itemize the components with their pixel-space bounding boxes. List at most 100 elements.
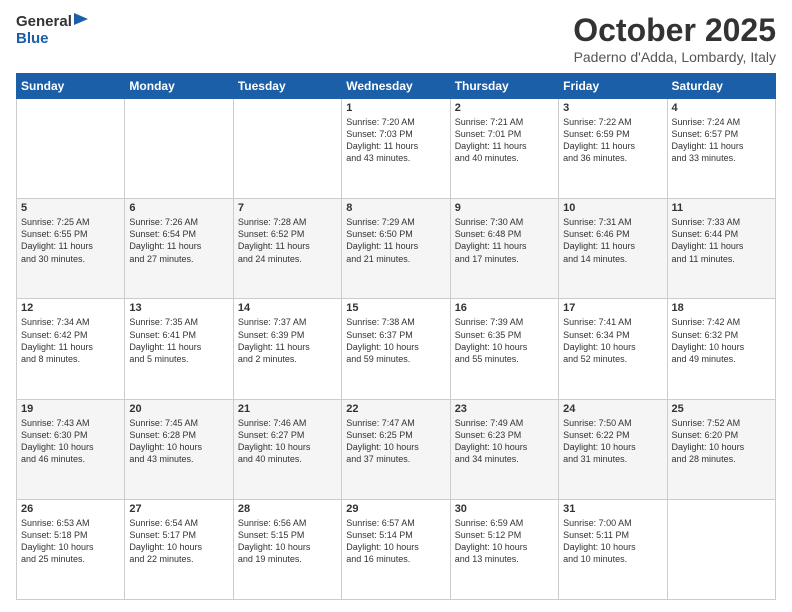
table-row: 6 Sunrise: 7:26 AM Sunset: 6:54 PM Daylig… <box>125 199 233 299</box>
day-info: Sunrise: 7:25 AM Sunset: 6:55 PM Dayligh… <box>21 216 120 265</box>
day-number: 11 <box>672 202 771 214</box>
day-info: Sunrise: 7:31 AM Sunset: 6:46 PM Dayligh… <box>563 216 662 265</box>
day-info: Sunrise: 7:46 AM Sunset: 6:27 PM Dayligh… <box>238 417 337 466</box>
table-row: 11 Sunrise: 7:33 AM Sunset: 6:44 PM Dayli… <box>667 199 775 299</box>
day-info: Sunrise: 7:42 AM Sunset: 6:32 PM Dayligh… <box>672 316 771 365</box>
logo-flag-icon <box>74 12 88 30</box>
day-info: Sunrise: 7:38 AM Sunset: 6:37 PM Dayligh… <box>346 316 445 365</box>
day-info: Sunrise: 7:30 AM Sunset: 6:48 PM Dayligh… <box>455 216 554 265</box>
location: Paderno d'Adda, Lombardy, Italy <box>573 49 776 65</box>
day-info: Sunrise: 7:47 AM Sunset: 6:25 PM Dayligh… <box>346 417 445 466</box>
day-info: Sunrise: 7:26 AM Sunset: 6:54 PM Dayligh… <box>129 216 228 265</box>
table-row: 28 Sunrise: 6:56 AM Sunset: 5:15 PM Dayli… <box>233 499 341 599</box>
header: General Blue October 2025 Paderno d'Adda… <box>16 12 776 65</box>
day-info: Sunrise: 7:29 AM Sunset: 6:50 PM Dayligh… <box>346 216 445 265</box>
table-row: 17 Sunrise: 7:41 AM Sunset: 6:34 PM Dayli… <box>559 299 667 399</box>
day-info: Sunrise: 6:53 AM Sunset: 5:18 PM Dayligh… <box>21 517 120 566</box>
day-info: Sunrise: 7:21 AM Sunset: 7:01 PM Dayligh… <box>455 116 554 165</box>
table-row <box>17 99 125 199</box>
table-row: 10Sunrise: 7:31 AM Sunset: 6:46 PM Dayli… <box>559 199 667 299</box>
table-row <box>667 499 775 599</box>
calendar-week-row: 12 Sunrise: 7:34 AM Sunset: 6:42 PM Dayli… <box>17 299 776 399</box>
day-info: Sunrise: 7:39 AM Sunset: 6:35 PM Dayligh… <box>455 316 554 365</box>
day-number: 9 <box>455 202 554 214</box>
day-number: 25 <box>672 403 771 415</box>
day-number: 1 <box>346 102 445 114</box>
table-row: 21 Sunrise: 7:46 AM Sunset: 6:27 PM Dayli… <box>233 399 341 499</box>
table-row: 30 Sunrise: 6:59 AM Sunset: 5:12 PM Dayli… <box>450 499 558 599</box>
calendar-table: Sunday Monday Tuesday Wednesday Thursday… <box>16 73 776 600</box>
day-number: 21 <box>238 403 337 415</box>
day-info: Sunrise: 7:22 AM Sunset: 6:59 PM Dayligh… <box>563 116 662 165</box>
day-info: Sunrise: 6:59 AM Sunset: 5:12 PM Dayligh… <box>455 517 554 566</box>
table-row: 1 Sunrise: 7:20 AM Sunset: 7:03 PM Daylig… <box>342 99 450 199</box>
calendar-page: General Blue October 2025 Paderno d'Adda… <box>0 0 792 612</box>
day-number: 27 <box>129 503 228 515</box>
table-row: 25 Sunrise: 7:52 AM Sunset: 6:20 PM Dayli… <box>667 399 775 499</box>
day-info: Sunrise: 7:33 AM Sunset: 6:44 PM Dayligh… <box>672 216 771 265</box>
logo-general-text: General <box>16 13 72 30</box>
table-row: 13 Sunrise: 7:35 AM Sunset: 6:41 PM Dayli… <box>125 299 233 399</box>
col-wednesday: Wednesday <box>342 74 450 99</box>
table-row: 19Sunrise: 7:43 AM Sunset: 6:30 PM Dayli… <box>17 399 125 499</box>
calendar-week-row: 1 Sunrise: 7:20 AM Sunset: 7:03 PM Daylig… <box>17 99 776 199</box>
day-number: 28 <box>238 503 337 515</box>
table-row: 15Sunrise: 7:38 AM Sunset: 6:37 PM Dayli… <box>342 299 450 399</box>
calendar-week-row: 19Sunrise: 7:43 AM Sunset: 6:30 PM Dayli… <box>17 399 776 499</box>
table-row: 12 Sunrise: 7:34 AM Sunset: 6:42 PM Dayli… <box>17 299 125 399</box>
day-info: Sunrise: 7:37 AM Sunset: 6:39 PM Dayligh… <box>238 316 337 365</box>
table-row: 7 Sunrise: 7:28 AM Sunset: 6:52 PM Daylig… <box>233 199 341 299</box>
day-info: Sunrise: 7:35 AM Sunset: 6:41 PM Dayligh… <box>129 316 228 365</box>
table-row: 3Sunrise: 7:22 AM Sunset: 6:59 PM Daylig… <box>559 99 667 199</box>
month-title: October 2025 <box>573 12 776 49</box>
table-row: 23 Sunrise: 7:49 AM Sunset: 6:23 PM Dayli… <box>450 399 558 499</box>
day-number: 30 <box>455 503 554 515</box>
table-row: 18 Sunrise: 7:42 AM Sunset: 6:32 PM Dayli… <box>667 299 775 399</box>
day-number: 31 <box>563 503 662 515</box>
table-row: 22Sunrise: 7:47 AM Sunset: 6:25 PM Dayli… <box>342 399 450 499</box>
table-row <box>233 99 341 199</box>
day-number: 5 <box>21 202 120 214</box>
day-number: 8 <box>346 202 445 214</box>
calendar-week-row: 5 Sunrise: 7:25 AM Sunset: 6:55 PM Daylig… <box>17 199 776 299</box>
day-number: 14 <box>238 302 337 314</box>
day-number: 2 <box>455 102 554 114</box>
table-row: 27 Sunrise: 6:54 AM Sunset: 5:17 PM Dayli… <box>125 499 233 599</box>
calendar-header-row: Sunday Monday Tuesday Wednesday Thursday… <box>17 74 776 99</box>
table-row: 8 Sunrise: 7:29 AM Sunset: 6:50 PM Daylig… <box>342 199 450 299</box>
day-number: 6 <box>129 202 228 214</box>
table-row: 4 Sunrise: 7:24 AM Sunset: 6:57 PM Daylig… <box>667 99 775 199</box>
day-number: 12 <box>21 302 120 314</box>
day-info: Sunrise: 7:28 AM Sunset: 6:52 PM Dayligh… <box>238 216 337 265</box>
day-number: 20 <box>129 403 228 415</box>
day-info: Sunrise: 6:54 AM Sunset: 5:17 PM Dayligh… <box>129 517 228 566</box>
col-saturday: Saturday <box>667 74 775 99</box>
table-row: 20 Sunrise: 7:45 AM Sunset: 6:28 PM Dayli… <box>125 399 233 499</box>
day-info: Sunrise: 6:57 AM Sunset: 5:14 PM Dayligh… <box>346 517 445 566</box>
day-info: Sunrise: 7:50 AM Sunset: 6:22 PM Dayligh… <box>563 417 662 466</box>
table-row: 14 Sunrise: 7:37 AM Sunset: 6:39 PM Dayli… <box>233 299 341 399</box>
day-number: 23 <box>455 403 554 415</box>
col-thursday: Thursday <box>450 74 558 99</box>
table-row: 29Sunrise: 6:57 AM Sunset: 5:14 PM Dayli… <box>342 499 450 599</box>
table-row: 24Sunrise: 7:50 AM Sunset: 6:22 PM Dayli… <box>559 399 667 499</box>
day-number: 4 <box>672 102 771 114</box>
table-row <box>125 99 233 199</box>
day-number: 17 <box>563 302 662 314</box>
logo: General Blue <box>16 12 88 47</box>
table-row: 9 Sunrise: 7:30 AM Sunset: 6:48 PM Daylig… <box>450 199 558 299</box>
day-info: Sunrise: 6:56 AM Sunset: 5:15 PM Dayligh… <box>238 517 337 566</box>
day-number: 7 <box>238 202 337 214</box>
day-number: 18 <box>672 302 771 314</box>
day-info: Sunrise: 7:41 AM Sunset: 6:34 PM Dayligh… <box>563 316 662 365</box>
day-info: Sunrise: 7:34 AM Sunset: 6:42 PM Dayligh… <box>21 316 120 365</box>
day-info: Sunrise: 7:52 AM Sunset: 6:20 PM Dayligh… <box>672 417 771 466</box>
day-info: Sunrise: 7:45 AM Sunset: 6:28 PM Dayligh… <box>129 417 228 466</box>
day-info: Sunrise: 7:49 AM Sunset: 6:23 PM Dayligh… <box>455 417 554 466</box>
day-number: 13 <box>129 302 228 314</box>
day-info: Sunrise: 7:24 AM Sunset: 6:57 PM Dayligh… <box>672 116 771 165</box>
day-info: Sunrise: 7:20 AM Sunset: 7:03 PM Dayligh… <box>346 116 445 165</box>
table-row: 16Sunrise: 7:39 AM Sunset: 6:35 PM Dayli… <box>450 299 558 399</box>
table-row: 26Sunrise: 6:53 AM Sunset: 5:18 PM Dayli… <box>17 499 125 599</box>
col-monday: Monday <box>125 74 233 99</box>
